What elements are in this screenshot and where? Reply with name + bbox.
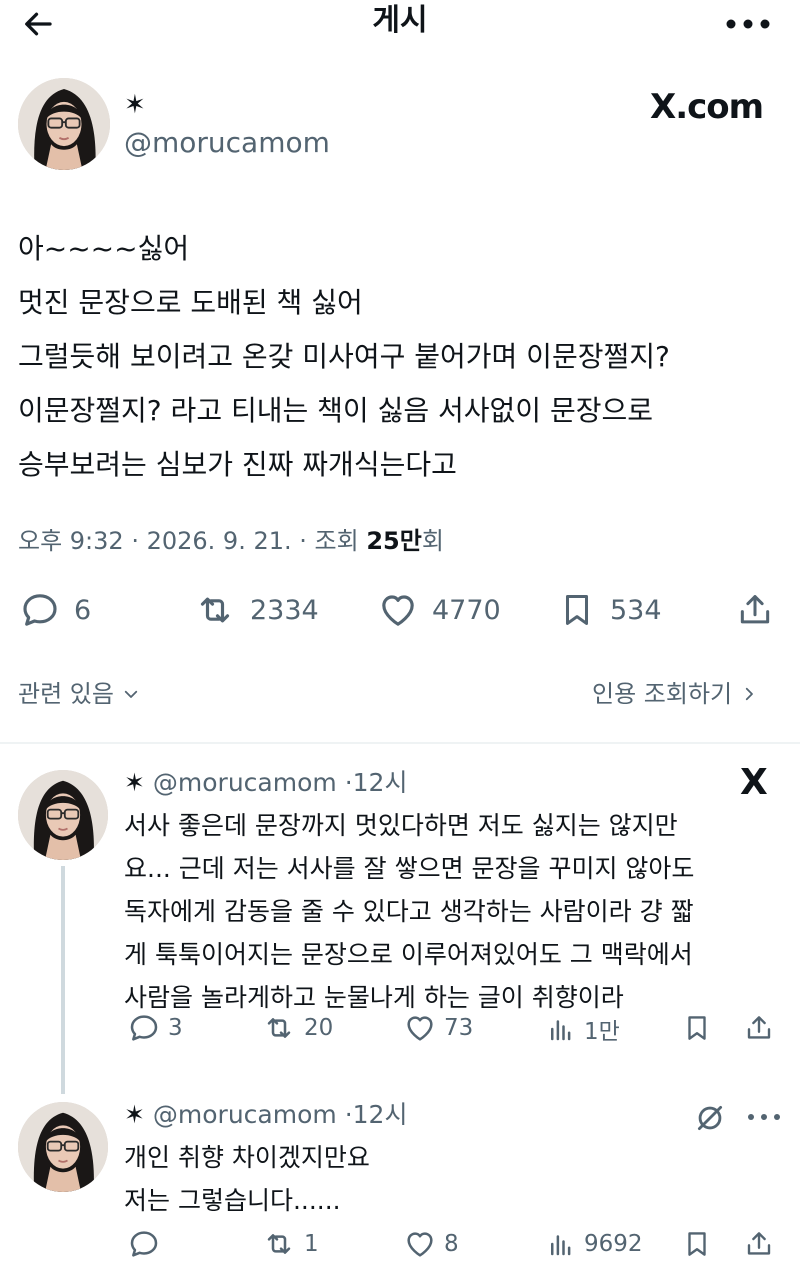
- reply-button[interactable]: 3: [128, 1012, 183, 1044]
- reply-body-line: 서사 좋은데 문장까지 멋있다하면 저도 싫지는 않지만: [124, 811, 678, 840]
- share-button[interactable]: [744, 1228, 774, 1260]
- share-icon: [744, 1228, 774, 1260]
- like-count: 73: [444, 1015, 474, 1041]
- like-button[interactable]: 8: [404, 1228, 459, 1260]
- page-title: 게시: [372, 3, 428, 38]
- repost-count: 20: [304, 1015, 334, 1041]
- reply-count: 3: [168, 1015, 183, 1041]
- views-button[interactable]: 9692: [546, 1228, 643, 1260]
- more-horizontal-icon: [748, 1114, 780, 1120]
- repost-count: 1: [304, 1231, 319, 1257]
- post-body-line: 멋진 문장으로 도배된 책 싫어: [18, 286, 363, 319]
- chevron-right-icon: [745, 687, 754, 701]
- author-handle[interactable]: @morucamom: [124, 126, 330, 160]
- post-body-line: 이문장쩔지? 라고 티내는 책이 싫음 서사없이 문장으로: [18, 394, 653, 427]
- reply-body-line: 게 툭툭이어지는 문장으로 이루어져있어도 그 맥락에서: [124, 940, 693, 969]
- reply-header: ✶ @morucamom ·12시: [124, 768, 408, 797]
- heart-icon: [404, 1228, 436, 1260]
- views-count: 1만: [584, 1019, 620, 1045]
- post-meta: 오후 9:32 · 2026. 9. 21. · 조회 25만회: [18, 527, 444, 555]
- heart-icon: [378, 590, 418, 630]
- reply-time[interactable]: 12시: [353, 768, 408, 797]
- share-icon: [736, 590, 774, 630]
- reply-body: 개인 취향 차이겠지만요 저는 그렇습니다......: [124, 1136, 370, 1222]
- like-count: 4770: [432, 594, 501, 626]
- hide-reply-button[interactable]: [692, 1100, 728, 1136]
- related-dropdown[interactable]: 관련 있음: [18, 676, 140, 712]
- reply-button[interactable]: 6: [20, 590, 91, 630]
- more-horizontal-icon: [726, 19, 770, 29]
- reply-button[interactable]: [128, 1228, 168, 1260]
- reply-body-line: 독자에게 감동을 줄 수 있다고 생각하는 사람이라 걍 짧: [124, 897, 694, 926]
- views-count: 25만: [366, 527, 422, 555]
- reply-icon: [128, 1228, 160, 1260]
- post-body-line: 승부보려는 심보가 진짜 짜개식는다고: [18, 448, 457, 481]
- repost-icon: [262, 1228, 296, 1260]
- bookmark-icon: [682, 1012, 712, 1044]
- share-button[interactable]: [736, 590, 774, 630]
- reply-body-line: 저는 그렇습니다......: [124, 1186, 341, 1215]
- repost-button[interactable]: 1: [262, 1228, 319, 1260]
- reply-body-line: 요... 근데 저는 서사를 잘 쌓으면 문장을 꾸미지 않아도: [124, 854, 695, 883]
- bookmark-button[interactable]: [682, 1228, 712, 1260]
- quotes-label: 인용 조회하기: [592, 680, 733, 708]
- repost-count: 2334: [250, 594, 319, 626]
- x-logo-icon: X: [740, 762, 768, 803]
- repost-button[interactable]: 20: [262, 1012, 333, 1044]
- reply-author-name[interactable]: ✶: [124, 768, 145, 797]
- like-count: 8: [444, 1231, 459, 1257]
- share-button[interactable]: [744, 1012, 774, 1044]
- reply-author-handle[interactable]: @morucamom: [153, 768, 337, 797]
- post-time[interactable]: 오후 9:32: [18, 527, 124, 555]
- more-options-button[interactable]: [718, 2, 778, 46]
- repost-button[interactable]: 2334: [194, 590, 319, 630]
- post-body: 아~~~~싫어 멋진 문장으로 도배된 책 싫어 그럴듯해 보이려고 온갖 미사…: [18, 222, 788, 492]
- reply-author-avatar[interactable]: [18, 1102, 108, 1192]
- reply-body: 서사 좋은데 문장까지 멋있다하면 저도 싫지는 않지만 요... 근데 저는 …: [124, 804, 694, 1019]
- x-brand-logo: X.com: [650, 87, 764, 127]
- views-label: 조회: [314, 527, 359, 555]
- reply-icon: [128, 1012, 160, 1044]
- no-entry-icon: [697, 1105, 723, 1131]
- views-icon: [546, 1228, 576, 1260]
- bookmark-button[interactable]: [682, 1012, 712, 1044]
- like-button[interactable]: 73: [404, 1012, 473, 1044]
- bookmark-count: 534: [610, 594, 662, 626]
- reply-header: ✶ @morucamom ·12시: [124, 1100, 408, 1129]
- bookmark-button[interactable]: 534: [558, 590, 662, 630]
- reply-icon: [20, 590, 60, 630]
- view-quotes-link[interactable]: 인용 조회하기: [592, 676, 758, 712]
- related-label: 관련 있음: [18, 680, 114, 708]
- views-button[interactable]: 1만: [546, 1012, 620, 1046]
- heart-icon: [404, 1012, 436, 1044]
- post-body-line: 아~~~~싫어: [18, 232, 190, 265]
- reply-author-avatar[interactable]: [18, 770, 108, 860]
- views-count: 9692: [584, 1231, 643, 1257]
- reply-body-line: 개인 취향 차이겠지만요: [124, 1143, 370, 1172]
- reply-author-name[interactable]: ✶: [124, 1100, 145, 1129]
- bookmark-icon: [682, 1228, 712, 1260]
- reply-count: 6: [74, 594, 92, 626]
- reply-more-button[interactable]: [744, 1102, 784, 1132]
- author-name[interactable]: ✶: [124, 90, 146, 120]
- reply-author-handle[interactable]: @morucamom: [153, 1100, 337, 1129]
- divider: [0, 742, 800, 744]
- repost-icon: [262, 1012, 296, 1044]
- chevron-down-icon: [124, 690, 138, 698]
- views-suffix: 회: [421, 527, 444, 555]
- reply-time[interactable]: 12시: [353, 1100, 408, 1129]
- thread-connector: [61, 866, 65, 1094]
- post-body-line: 그럴듯해 보이려고 온갖 미사여구 붙어가며 이문장쩔지?: [18, 340, 670, 373]
- views-icon: [546, 1013, 576, 1045]
- repost-icon: [194, 590, 236, 630]
- author-avatar[interactable]: [18, 78, 110, 170]
- bookmark-icon: [558, 590, 596, 630]
- post-date[interactable]: 2026. 9. 21.: [147, 527, 292, 555]
- like-button[interactable]: 4770: [378, 590, 501, 630]
- share-icon: [744, 1012, 774, 1044]
